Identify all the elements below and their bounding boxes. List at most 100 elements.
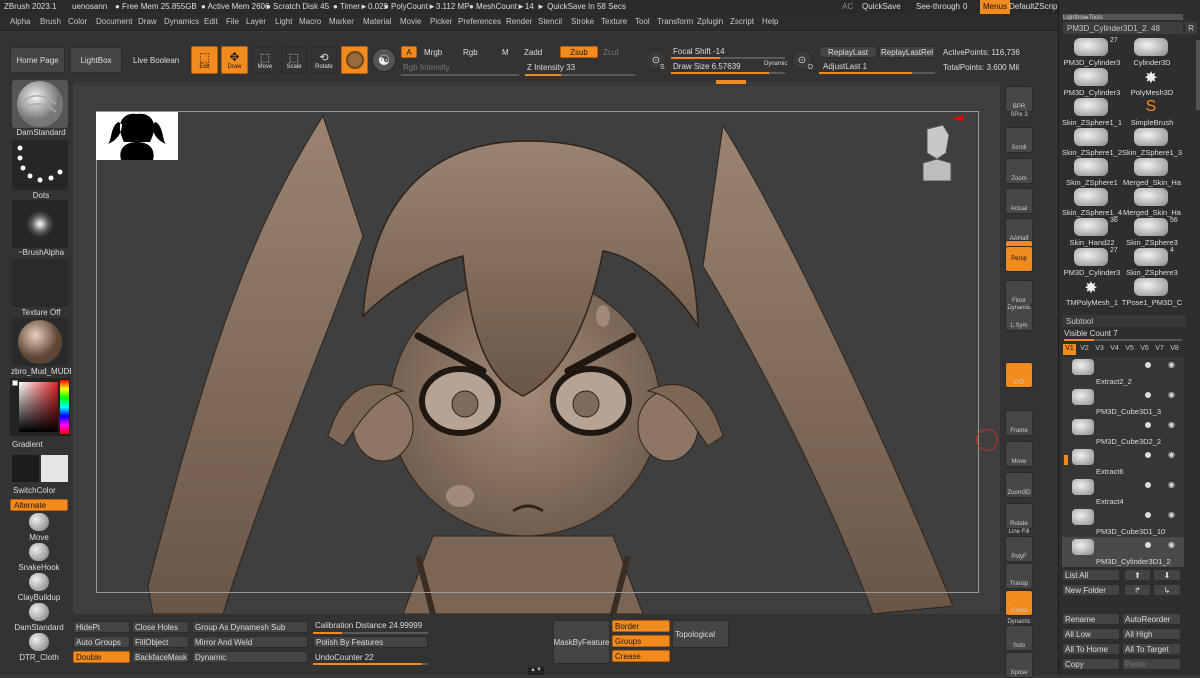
visibility-eye-icon[interactable]: ◉ <box>1168 420 1175 429</box>
autoreorder-button[interactable]: AutoReorder <box>1122 613 1181 625</box>
dynamic-toggle[interactable]: Dynamic <box>764 61 787 67</box>
tool-label[interactable]: PolyMesh3D <box>1120 88 1184 97</box>
tool-label[interactable]: PM3D_Cylinder3 <box>1060 58 1124 67</box>
draw-button[interactable]: ✥ Draw <box>221 46 248 74</box>
subtool-toggle-icon[interactable] <box>1145 422 1151 428</box>
rgb-button[interactable]: Rgb <box>463 48 478 57</box>
brush-damstandard-icon[interactable] <box>29 603 49 621</box>
close-holes-button[interactable]: Close Holes <box>132 621 189 633</box>
tool-label[interactable]: Skin_ZSphere1 <box>1060 178 1124 187</box>
menu-marker[interactable]: Marker <box>329 17 354 26</box>
rgb-intensity-track[interactable] <box>401 74 519 76</box>
gizmo-head-icon[interactable] <box>913 111 963 181</box>
shelf-scroll-indicator[interactable] <box>716 80 746 84</box>
zcut-button[interactable]: Zcut <box>603 48 619 57</box>
version-v4-button[interactable]: V4 <box>1108 344 1121 355</box>
brush-thumbnail[interactable] <box>12 80 68 128</box>
tool-thumbnail-icon[interactable] <box>1074 248 1108 266</box>
zsub-button[interactable]: Zsub <box>560 46 598 58</box>
menu-render[interactable]: Render <box>506 17 532 26</box>
paste-button[interactable]: Paste <box>1122 658 1181 670</box>
viewport-canvas[interactable] <box>73 86 1000 614</box>
dynamic-button[interactable]: Dynamic <box>192 651 308 663</box>
all-high-button[interactable]: All High <box>1122 628 1181 640</box>
lightbox-tools-header[interactable]: Lightbox▸Tools <box>1063 14 1183 20</box>
polish-by-features-button[interactable]: Polish By Features <box>313 636 428 648</box>
menu-transform[interactable]: Transform <box>657 17 693 26</box>
alternate-button[interactable]: Alternate <box>10 499 68 511</box>
tool-thumbnail-icon[interactable] <box>1134 158 1168 176</box>
scale-button[interactable]: ⬚ Scale <box>281 46 307 74</box>
double-button[interactable]: Double <box>73 651 130 663</box>
main-color-swatch[interactable] <box>12 380 18 386</box>
move-down-arrow-icon[interactable]: ⬇ <box>1153 569 1181 581</box>
seethrough-label[interactable]: See-through <box>916 2 960 11</box>
tool-label[interactable]: TPose1_PM3D_C <box>1120 298 1184 307</box>
replaylastrel-button[interactable]: ReplayLastRel <box>879 46 935 58</box>
replaylast-button[interactable]: ReplayLast <box>819 46 877 58</box>
backfacemask-button[interactable]: BackfaceMask <box>132 651 189 663</box>
hidept-button[interactable]: HidePt <box>73 621 130 633</box>
secondary-color-swatch[interactable] <box>12 455 39 482</box>
tool-thumbnail-icon[interactable] <box>1134 278 1168 296</box>
adjustlast-slider[interactable]: AdjustLast 1 <box>823 62 867 71</box>
draw-size-slider[interactable]: Draw Size 6.57639 <box>673 62 741 71</box>
tool-label[interactable]: SimpleBrush <box>1120 118 1184 127</box>
brush-snakehook-label[interactable]: SnakeHook <box>6 563 72 572</box>
color-picker[interactable] <box>10 378 70 436</box>
rotate-button[interactable]: ⟲ Rotate <box>311 46 337 74</box>
brush-snakehook-icon[interactable] <box>29 543 49 561</box>
tool-label[interactable]: Skin_ZSphere1_2 <box>1060 148 1124 157</box>
tool-thumbnail-icon[interactable]: S <box>1134 98 1168 116</box>
mrgb-button[interactable]: Mrgb <box>424 48 442 57</box>
menu-macro[interactable]: Macro <box>299 17 321 26</box>
visible-count-track[interactable] <box>1064 339 1182 341</box>
m-button[interactable]: M <box>502 48 509 57</box>
copy-button[interactable]: Copy <box>1062 658 1120 670</box>
focal-shift-track[interactable] <box>671 57 785 59</box>
tool-thumbnail-icon[interactable] <box>1134 248 1168 266</box>
brush-dtr-cloth-icon[interactable] <box>29 633 49 651</box>
visible-count[interactable]: Visible Count 7 <box>1064 329 1118 338</box>
menu-zscript[interactable]: Zscript <box>730 17 754 26</box>
subtool-header[interactable]: Subtool <box>1062 315 1186 327</box>
home-page-button[interactable]: Home Page <box>10 47 65 73</box>
undocounter-track[interactable] <box>313 663 428 665</box>
subtool-toggle-icon[interactable] <box>1145 392 1151 398</box>
lightbox-button[interactable]: LightBox <box>70 47 122 73</box>
tool-label[interactable]: Cylinder3D <box>1120 58 1184 67</box>
calibration-slider[interactable]: Calibration Distance 24.99999 <box>315 621 422 630</box>
all-to-target-button[interactable]: All To Target <box>1122 643 1181 655</box>
version-v1-button[interactable]: V1 <box>1063 344 1076 355</box>
move-up-arrow-icon[interactable]: ⬆ <box>1124 569 1151 581</box>
color-square[interactable] <box>19 382 58 432</box>
tool-thumbnail-icon[interactable] <box>1074 128 1108 146</box>
menu-texture[interactable]: Texture <box>601 17 627 26</box>
version-v3-button[interactable]: V3 <box>1093 344 1106 355</box>
menu-stencil[interactable]: Stencil <box>538 17 562 26</box>
version-v6-button[interactable]: V6 <box>1138 344 1151 355</box>
menus-button[interactable]: Menus <box>980 0 1011 14</box>
rgb-intensity-slider[interactable]: Rgb Intensity <box>403 63 450 72</box>
draw-size-track[interactable] <box>671 72 785 74</box>
subtool-scroll-indicator[interactable] <box>1064 455 1068 465</box>
texture-thumbnail[interactable] <box>12 259 68 307</box>
edit-button[interactable]: ⬚ Edit <box>191 46 218 74</box>
fillobject-button[interactable]: FillObject <box>132 636 189 648</box>
visibility-eye-icon[interactable]: ◉ <box>1168 360 1175 369</box>
tool-label[interactable]: PM3D_Cylinder3 <box>1060 88 1124 97</box>
material-thumbnail[interactable] <box>12 318 68 366</box>
tool-thumbnail-icon[interactable] <box>1134 188 1168 206</box>
tool-thumbnail-icon[interactable] <box>1074 158 1108 176</box>
tool-scrollbar[interactable] <box>1196 40 1200 110</box>
zadd-button[interactable]: Zadd <box>524 48 542 57</box>
subtool-toggle-icon[interactable] <box>1145 512 1151 518</box>
all-to-home-button[interactable]: All To Home <box>1062 643 1120 655</box>
tool-label[interactable]: Skin_Hand22 <box>1060 238 1124 247</box>
tool-label[interactable]: Skin_ZSphere1_4 <box>1060 208 1124 217</box>
menu-draw[interactable]: Draw <box>138 17 157 26</box>
tool-label[interactable]: TMPolyMesh_1 <box>1060 298 1124 307</box>
brush-damstandard-label[interactable]: DamStandard <box>6 623 72 632</box>
hue-strip[interactable] <box>60 380 69 434</box>
border-button[interactable]: Border <box>612 620 670 632</box>
